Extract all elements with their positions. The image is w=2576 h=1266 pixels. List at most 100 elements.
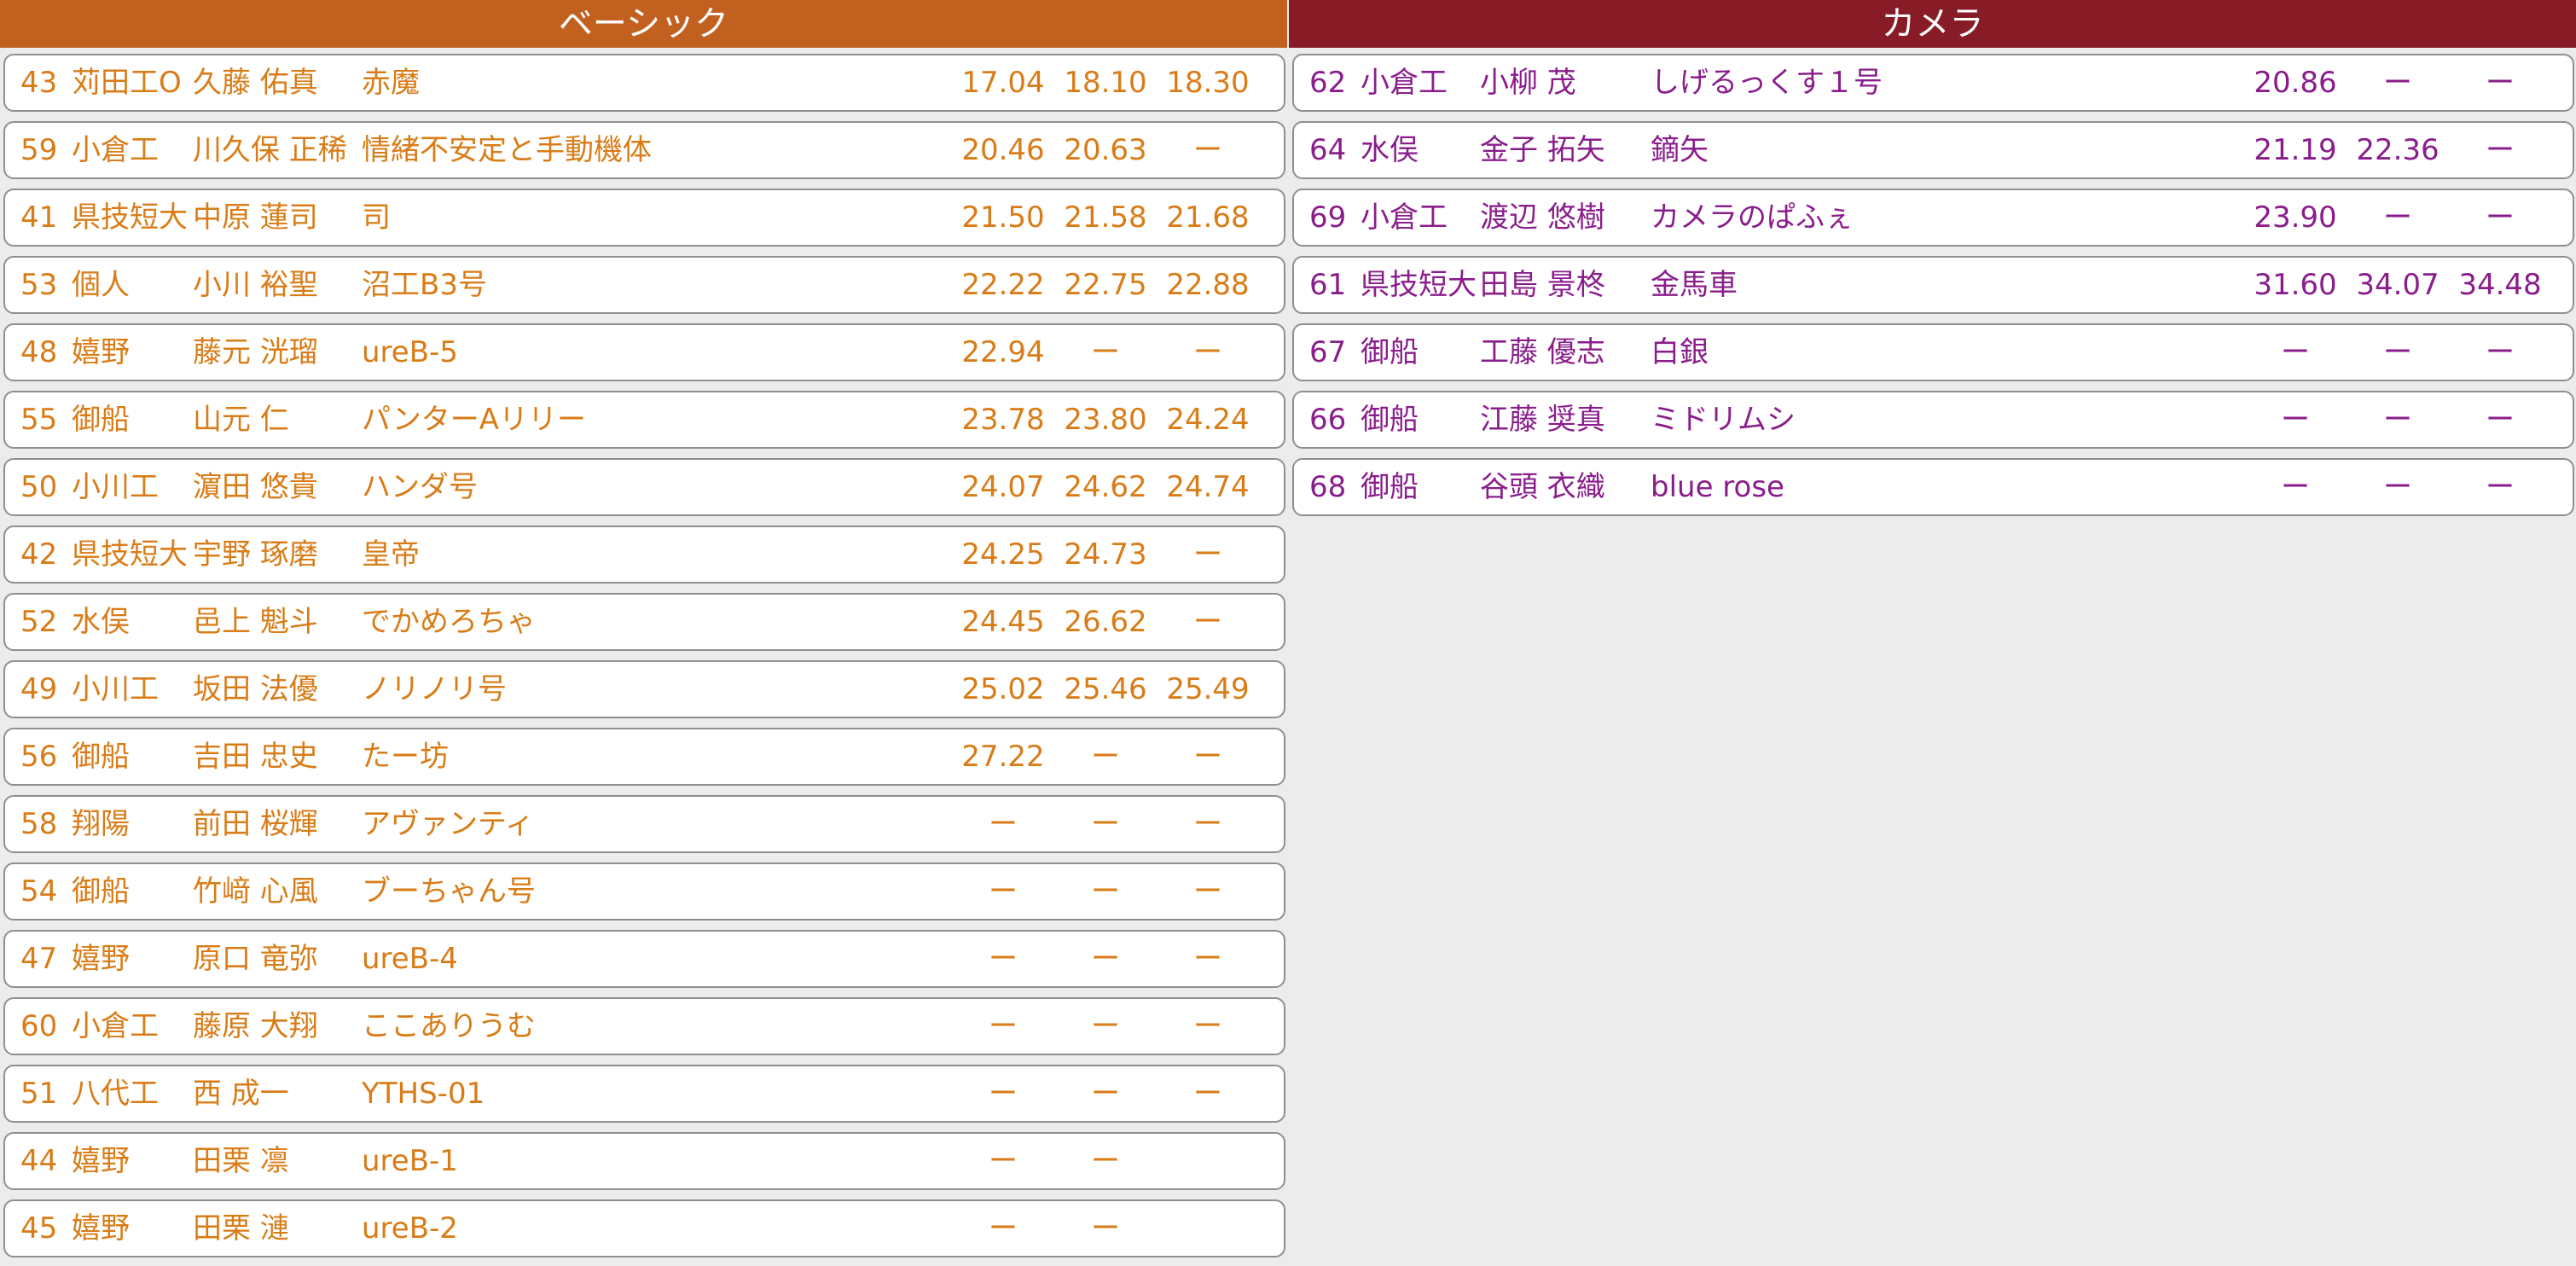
entry-number: 42 [20, 537, 58, 572]
entry-number: 48 [20, 335, 58, 369]
time-2: 18.10 [1064, 66, 1147, 100]
machine-name: 鏑矢 [1651, 133, 1709, 167]
result-row: 58 翔陽 前田 桜輝 アヴァンティ ー ー ー [3, 795, 1285, 853]
school-name: 個人 [72, 268, 130, 302]
time-2: ー [1091, 942, 1120, 976]
time-3: ー [1193, 942, 1222, 976]
time-1: ー [2281, 335, 2310, 369]
time-2: 25.46 [1064, 672, 1147, 706]
machine-name: カメラのぱふぇ [1651, 200, 1854, 235]
result-row: 55 御船 山元 仁 パンターAリリー 23.78 23.80 24.24 [3, 391, 1285, 449]
player-name: 竹﨑 心風 [193, 874, 318, 909]
result-row: 69 小倉工 渡辺 悠樹 カメラのぱふぇ 23.90 ー ー [1292, 189, 2574, 247]
time-1: 27.22 [961, 740, 1045, 774]
time-2: 22.36 [2356, 133, 2440, 167]
school-name: 嬉野 [72, 335, 130, 369]
time-2: ー [1091, 1144, 1120, 1178]
results-board: ベーシック 43 苅田工O 久藤 佑真 赤魔 17.04 18.10 18.30 59 小倉工川… [0, 0, 2576, 1266]
time-1: 22.22 [961, 268, 1045, 302]
basic-rows: 43 苅田工O 久藤 佑真 赤魔 17.04 18.10 18.30 59 小倉工 川久保 正稀情… [0, 48, 1287, 1257]
time-2: 34.07 [2356, 268, 2440, 302]
player-name: 渡辺 悠樹 [1480, 200, 1605, 235]
player-name: 小柳 茂 [1480, 66, 1576, 100]
player-name: 藤元 洸瑠 [193, 335, 318, 369]
machine-name: ハンダ号 [362, 470, 478, 504]
time-2: ー [1091, 874, 1120, 909]
machine-name: 皇帝 [362, 537, 420, 572]
entry-number: 69 [1309, 200, 1347, 235]
time-2: 23.80 [1064, 403, 1147, 437]
time-1: 23.90 [2254, 200, 2337, 235]
time-3: ー [1193, 605, 1222, 639]
school-name: 県技短大 [72, 200, 188, 235]
entry-number: 60 [20, 1009, 58, 1043]
entry-number: 43 [20, 66, 58, 100]
time-1: 24.45 [961, 605, 1045, 639]
result-row: 64 水俣 金子 拓矢 鏑矢 21.19 22.36 ー [1292, 121, 2574, 179]
machine-name: ureB-2 [362, 1211, 458, 1246]
result-row: 68 御船 谷頭 衣織 blue rose ー ー ー [1292, 458, 2574, 516]
school-name: 苅田工O [72, 66, 182, 100]
time-2: ー [2383, 470, 2412, 504]
result-row: 52 水俣 邑上 魁斗 でかめろちゃ 24.45 26.62 ー [3, 593, 1285, 651]
machine-name: でかめろちゃ [362, 605, 536, 639]
result-row: 48 嬉野 藤元 洸瑠 ureB-5 22.94 ー ー [3, 323, 1285, 381]
school-name: 嬉野 [72, 1211, 130, 1246]
machine-name: しげるっくす１号 [1651, 66, 1883, 100]
school-name: 御船 [72, 740, 130, 774]
result-row: 67 御船 工藤 優志 白銀 ー ー ー [1292, 323, 2574, 381]
time-3: ー [1193, 133, 1222, 167]
result-row: 47 嬉野 原口 竜弥 ureB-4 ー ー ー [3, 930, 1285, 988]
time-2: ー [2383, 200, 2412, 235]
time-2: ー [1091, 1009, 1120, 1043]
time-2: ー [2383, 335, 2412, 369]
machine-name: 情緒不安定と手動機体 [362, 133, 652, 167]
entry-number: 64 [1309, 133, 1347, 167]
player-name: 谷頭 衣織 [1480, 470, 1605, 504]
time-3: ー [1193, 874, 1222, 909]
entry-number: 55 [20, 403, 58, 437]
school-name: 水俣 [1361, 133, 1419, 167]
entry-number: 41 [20, 200, 58, 235]
result-row: 45 嬉野 田栗 漣 ureB-2 ー ー [3, 1199, 1285, 1257]
machine-name: 白銀 [1651, 335, 1709, 369]
player-name: 原口 竜弥 [193, 942, 318, 976]
time-1: ー [989, 1009, 1018, 1043]
time-2: ー [1091, 1211, 1120, 1246]
time-3: 24.24 [1166, 403, 1250, 437]
entry-number: 52 [20, 605, 58, 639]
time-1: 25.02 [961, 672, 1045, 706]
time-2: ー [1091, 1077, 1120, 1111]
time-3: ー [2486, 133, 2515, 167]
result-row: 50 小川工 濵田 悠貴 ハンダ号 24.07 24.62 24.74 [3, 458, 1285, 516]
school-name: 御船 [1361, 335, 1419, 369]
camera-rows: 62 小倉工 小柳 茂しげるっくす１号 20.86 ーー 64 水俣 金子 拓矢 鏑矢 21.19… [1289, 48, 2576, 516]
time-3: 21.68 [1166, 200, 1250, 235]
result-row: 61 県技短大 田島 景柊 金馬車 31.60 34.07 34.48 [1292, 256, 2574, 314]
machine-name: ureB-5 [362, 335, 458, 369]
entry-number: 44 [20, 1144, 58, 1178]
time-3: 34.48 [2458, 268, 2542, 302]
machine-name: ブーちゃん号 [362, 874, 536, 909]
machine-name: ノリノリ号 [362, 672, 507, 706]
time-2: ー [2383, 403, 2412, 437]
player-name: 前田 桜輝 [193, 807, 318, 841]
time-3: ー [2486, 403, 2515, 437]
entry-number: 56 [20, 740, 58, 774]
time-1: ー [989, 1144, 1018, 1178]
time-1: ー [989, 1077, 1018, 1111]
entry-number: 59 [20, 133, 58, 167]
entry-number: 66 [1309, 403, 1347, 437]
machine-name: blue rose [1651, 470, 1784, 504]
entry-number: 47 [20, 942, 58, 976]
time-3: ー [2486, 470, 2515, 504]
player-name: 小川 裕聖 [193, 268, 318, 302]
school-name: 小倉工 [72, 133, 159, 167]
time-2: ー [1091, 740, 1120, 774]
player-name: 田栗 漣 [193, 1211, 289, 1246]
machine-name: ureB-1 [362, 1144, 458, 1178]
result-row: 49 小川工 坂田 法優 ノリノリ号 25.02 25.46 25.49 [3, 660, 1285, 718]
player-name: 宇野 琢磨 [193, 537, 318, 572]
time-1: ー [2281, 403, 2310, 437]
machine-name: 沼工B3号 [362, 268, 487, 302]
